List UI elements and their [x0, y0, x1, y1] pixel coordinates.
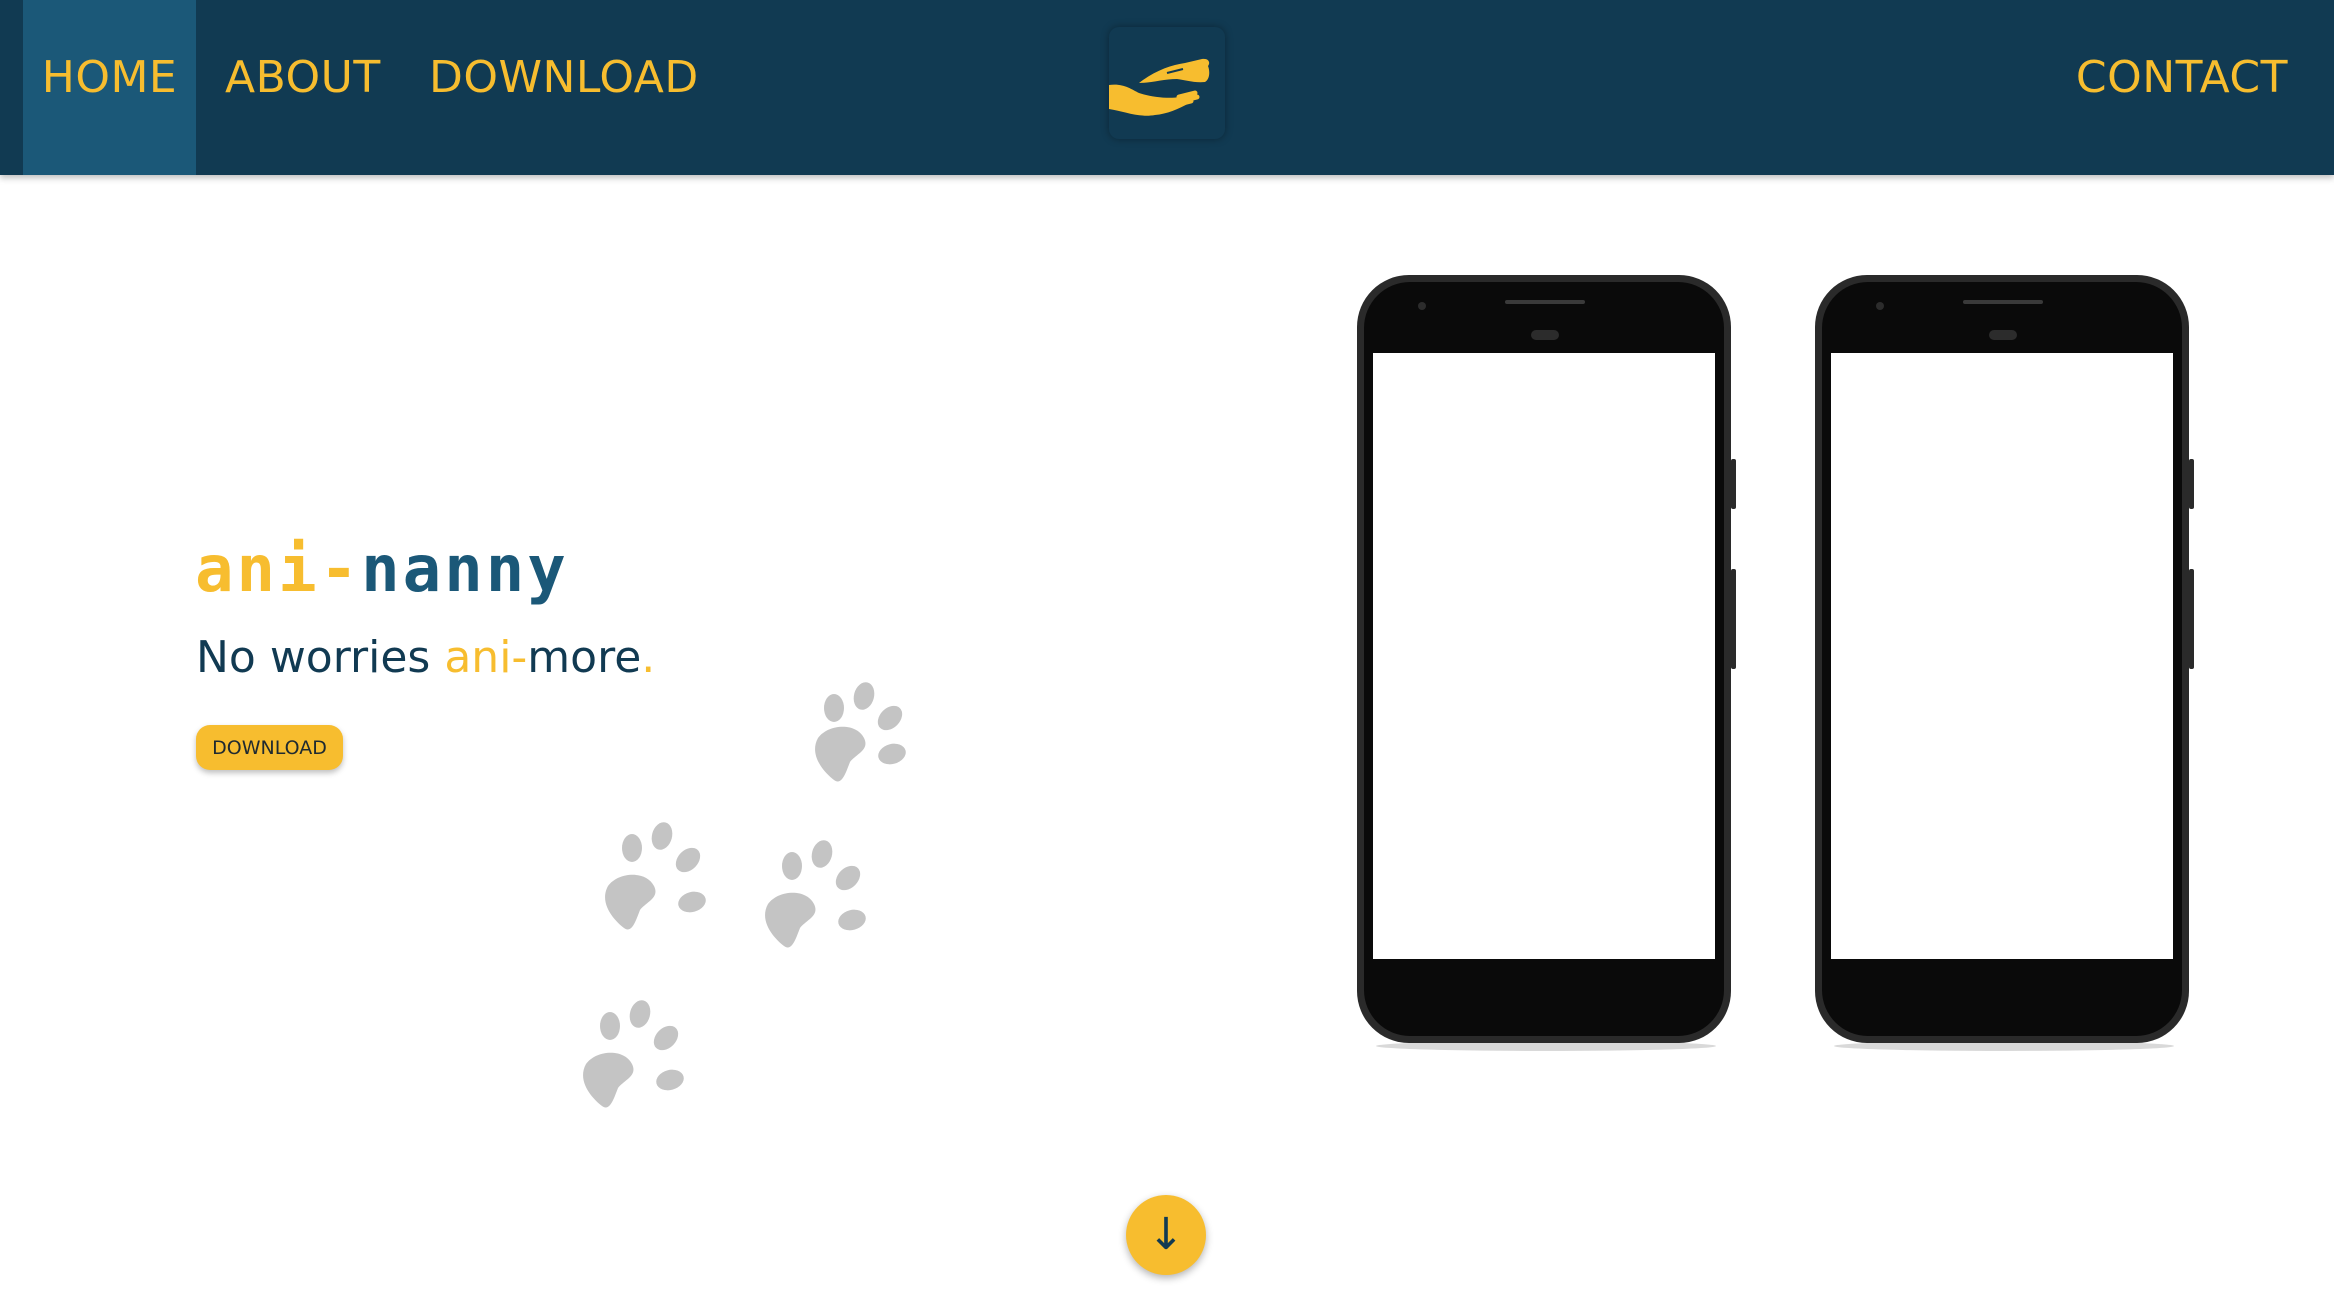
phone-mockup: [1815, 275, 2194, 1051]
tagline-part-ani: ani-: [444, 632, 528, 683]
nav-home-link[interactable]: HOME: [23, 0, 196, 175]
top-navbar: HOME ABOUT DOWNLOAD CONTACT: [0, 0, 2334, 175]
phone-mockup: [1357, 275, 1736, 1051]
brand-part-nanny: nanny: [361, 533, 569, 607]
logo[interactable]: [1109, 27, 1225, 139]
brand-part-ani: ani-: [195, 533, 362, 607]
nav-download-link[interactable]: DOWNLOAD: [429, 0, 699, 175]
paw-print-icon: [605, 822, 706, 930]
tagline-part-1: No worries: [196, 632, 445, 683]
hands-icon: [1109, 58, 1210, 116]
paw-print-icon: [815, 682, 906, 782]
brand-title: ani-nanny: [195, 533, 569, 607]
tagline-period: .: [641, 632, 656, 683]
tagline: No worries ani-more.: [196, 632, 655, 683]
nav-contact-link[interactable]: CONTACT: [2076, 0, 2288, 175]
tagline-part-more: more: [527, 632, 642, 683]
paw-print-icon: [583, 1000, 684, 1108]
download-button[interactable]: DOWNLOAD: [196, 725, 343, 770]
scroll-down-button[interactable]: ↓: [1126, 1195, 1206, 1275]
nav-about-link[interactable]: ABOUT: [225, 0, 381, 175]
paw-print-icon: [765, 840, 866, 948]
